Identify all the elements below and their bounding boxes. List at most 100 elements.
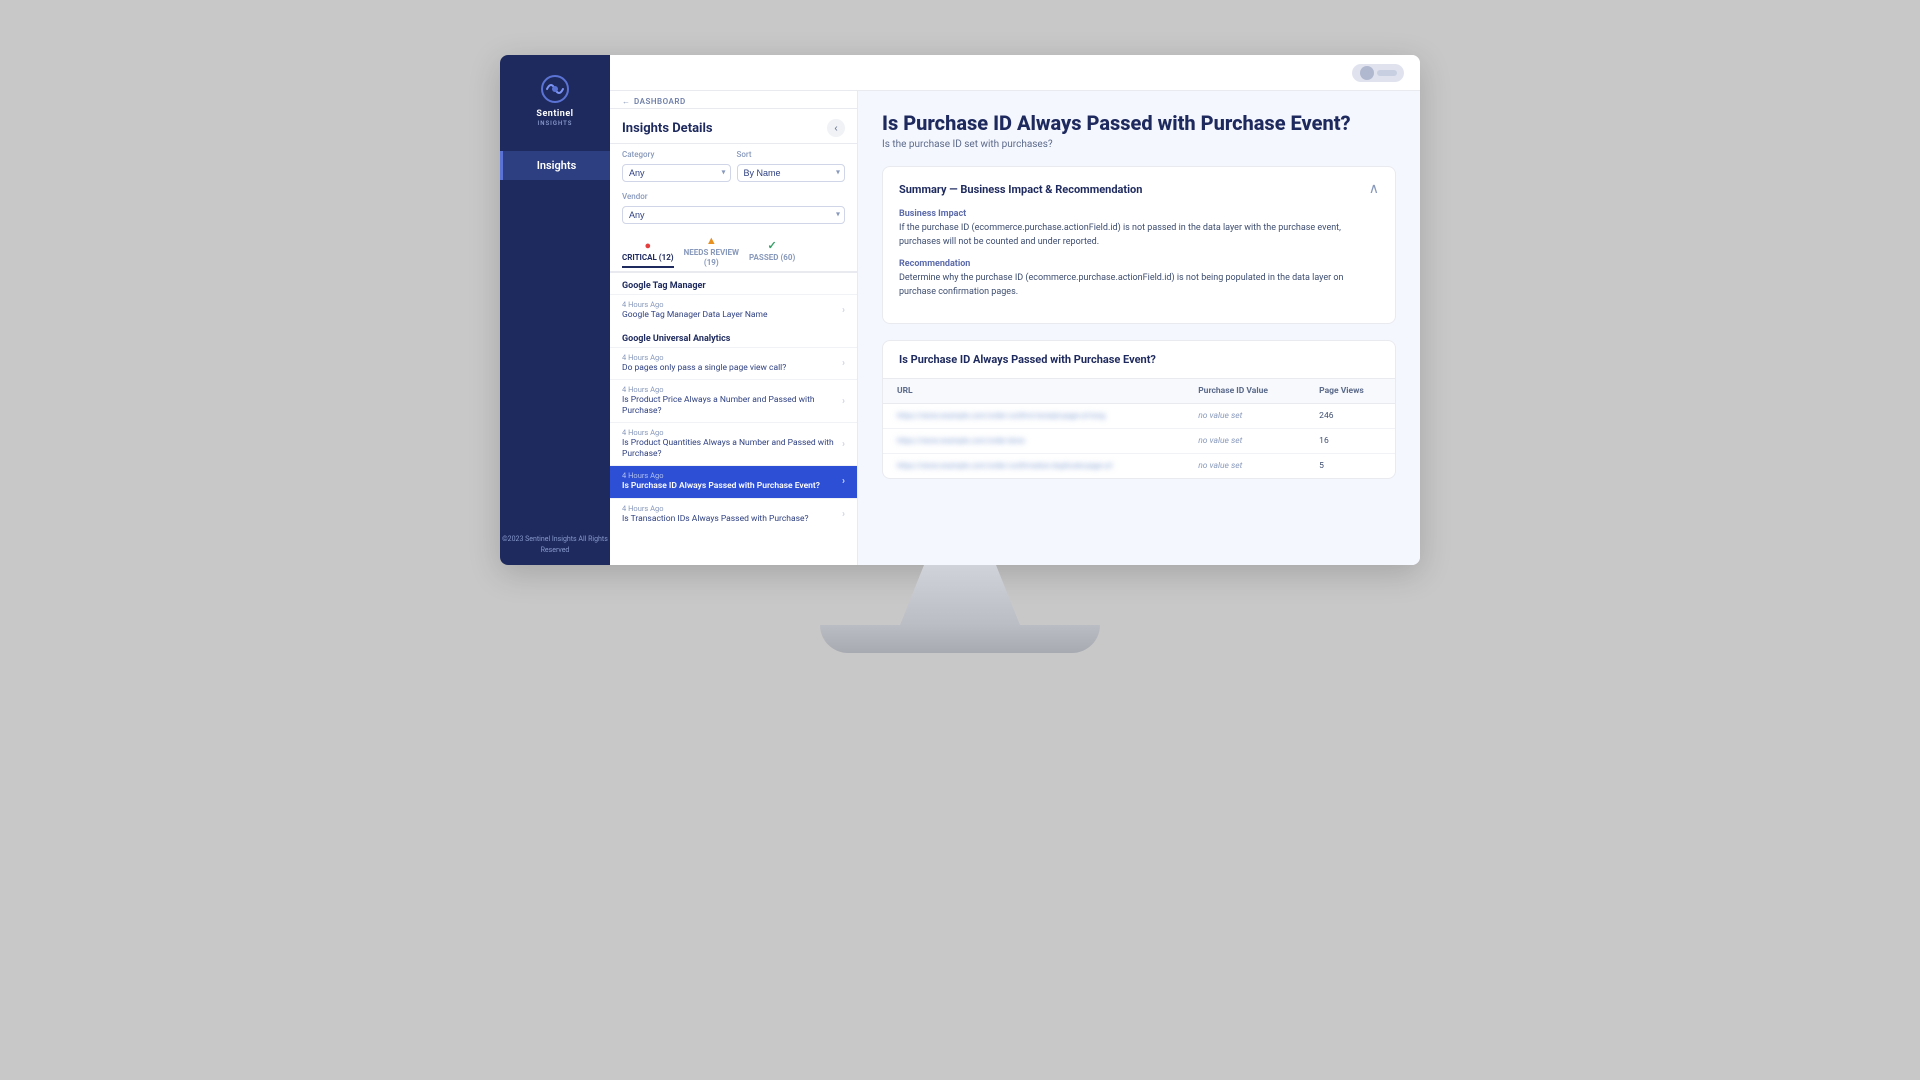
monitor-base (820, 625, 1100, 653)
tab-needs-review[interactable]: ▲ NEEDS REVIEW(19) (684, 234, 739, 273)
breadcrumb[interactable]: ← DASHBOARD (610, 91, 857, 109)
list-item-chevron-icon: › (842, 439, 845, 450)
list-item-title: Is Product Price Always a Number and Pas… (622, 395, 836, 417)
list-item-chevron-icon: › (842, 305, 845, 316)
list-item-time: 4 Hours Ago (622, 428, 836, 437)
list-item-chevron-active-icon: › (842, 476, 845, 487)
list-item[interactable]: 4 Hours Ago Is Transaction IDs Always Pa… (610, 498, 857, 530)
list-item-content: 4 Hours Ago Google Tag Manager Data Laye… (622, 300, 836, 321)
panel-collapse-button[interactable]: ‹ (827, 119, 845, 137)
category-filter-wrapper: Any Data Layer Tags Variables (622, 161, 731, 182)
table-cell-purchase-id: no value set (1184, 454, 1305, 479)
purchase-id-value: no value set (1198, 411, 1242, 421)
list-item[interactable]: 4 Hours Ago Is Product Quantities Always… (610, 422, 857, 465)
sort-filter-select[interactable]: By Name By Date By Severity (737, 164, 846, 182)
left-panel-header: Insights Details ‹ (610, 109, 857, 144)
vendor-filter-group: Vendor Any Google Adobe Facebook (622, 192, 845, 224)
business-impact-label: Business Impact (899, 209, 1379, 219)
tab-critical-label: CRITICAL (12) (622, 253, 674, 262)
recommendation-label: Recommendation (899, 259, 1379, 269)
list-item-time-active: 4 Hours Ago (622, 471, 836, 480)
summary-card: Summary — Business Impact & Recommendati… (882, 166, 1396, 324)
purchase-id-value: no value set (1198, 461, 1242, 471)
top-bar (610, 55, 1420, 91)
list-item-title-active: Is Purchase ID Always Passed with Purcha… (622, 481, 836, 492)
data-table: URL Purchase ID Value Page Views https:/… (883, 379, 1395, 478)
category-filter-group: Category Any Data Layer Tags Variables (622, 150, 731, 182)
sort-filter-label: Sort (737, 150, 846, 159)
list-item-title: Is Product Quantities Always a Number an… (622, 438, 836, 460)
list-item[interactable]: 4 Hours Ago Do pages only pass a single … (610, 347, 857, 379)
summary-card-header: Summary — Business Impact & Recommendati… (899, 181, 1379, 197)
url-value: https://store.example.com/order-confirm/… (897, 411, 1105, 420)
sidebar-footer: ©2023 Sentinel Insights All Rights Reser… (500, 534, 610, 565)
group-header-gua: Google Universal Analytics (610, 326, 857, 347)
list-item[interactable]: 4 Hours Ago Google Tag Manager Data Laye… (610, 294, 857, 326)
list-item-title: Do pages only pass a single page view ca… (622, 363, 836, 374)
panel-title: Insights Details (622, 121, 713, 136)
vendor-filter-wrapper: Any Google Adobe Facebook (622, 203, 845, 224)
table-row: https://store.example.com/order-done no … (883, 429, 1395, 454)
url-value: https://store.example.com/order-confirma… (897, 461, 1112, 470)
table-cell-page-views: 16 (1305, 429, 1395, 454)
group-header-gtm: Google Tag Manager (610, 273, 857, 294)
table-cell-url: https://store.example.com/order-done (883, 429, 1184, 454)
data-table-card: Is Purchase ID Always Passed with Purcha… (882, 340, 1396, 479)
detail-subtitle: Is the purchase ID set with purchases? (882, 139, 1396, 150)
list-item-time: 4 Hours Ago (622, 300, 836, 309)
table-row: https://store.example.com/order-confirma… (883, 454, 1395, 479)
table-cell-purchase-id: no value set (1184, 429, 1305, 454)
vendor-filter-label: Vendor (622, 192, 845, 201)
tab-needs-review-label: NEEDS REVIEW(19) (684, 248, 739, 267)
vendor-filter-select[interactable]: Any Google Adobe Facebook (622, 206, 845, 224)
warning-icon: ▲ (706, 234, 717, 247)
filter-row-1: Category Any Data Layer Tags Variables (610, 144, 857, 186)
sort-filter-wrapper: By Name By Date By Severity (737, 161, 846, 182)
list-item-time: 4 Hours Ago (622, 353, 836, 362)
list-section: Google Tag Manager 4 Hours Ago Google Ta… (610, 273, 857, 565)
col-header-url: URL (883, 379, 1184, 404)
main-area: ← DASHBOARD Insights Details ‹ Category (610, 55, 1420, 565)
list-item-content-active: 4 Hours Ago Is Purchase ID Always Passed… (622, 471, 836, 492)
business-impact-text: If the purchase ID (ecommerce.purchase.a… (899, 222, 1379, 249)
recommendation-section: Recommendation Determine why the purchas… (899, 259, 1379, 299)
table-cell-page-views: 246 (1305, 404, 1395, 429)
logo-tagline: INSIGHTS (538, 120, 573, 127)
table-row: https://store.example.com/order-confirm/… (883, 404, 1395, 429)
list-item-content: 4 Hours Ago Do pages only pass a single … (622, 353, 836, 374)
tabs-row: ● CRITICAL (12) ▲ NEEDS REVIEW(19) ✓ PAS… (610, 228, 857, 273)
col-header-purchase-id: Purchase ID Value (1184, 379, 1305, 404)
summary-card-title: Summary — Business Impact & Recommendati… (899, 183, 1142, 196)
sentinel-logo-icon (539, 73, 571, 105)
list-item-active[interactable]: 4 Hours Ago Is Purchase ID Always Passed… (610, 465, 857, 497)
table-cell-url: https://store.example.com/order-confirm/… (883, 404, 1184, 429)
user-avatar[interactable] (1352, 64, 1404, 82)
left-panel: ← DASHBOARD Insights Details ‹ Category (610, 91, 858, 565)
sidebar: Sentinel INSIGHTS Insights ©2023 Sentine… (500, 55, 610, 565)
business-impact-section: Business Impact If the purchase ID (ecom… (899, 209, 1379, 249)
category-filter-select[interactable]: Any Data Layer Tags Variables (622, 164, 731, 182)
data-table-card-title: Is Purchase ID Always Passed with Purcha… (883, 341, 1395, 379)
breadcrumb-label: DASHBOARD (634, 97, 686, 106)
detail-title: Is Purchase ID Always Passed with Purcha… (882, 111, 1396, 135)
monitor-neck (900, 565, 1020, 625)
purchase-id-value: no value set (1198, 436, 1242, 446)
tab-passed[interactable]: ✓ PASSED (60) (749, 239, 795, 268)
user-avatar-icon (1360, 66, 1374, 80)
sidebar-item-insights[interactable]: Insights (500, 151, 610, 180)
list-item-time: 4 Hours Ago (622, 504, 836, 513)
table-cell-url: https://store.example.com/order-confirma… (883, 454, 1184, 479)
passed-icon: ✓ (768, 239, 777, 252)
tab-critical[interactable]: ● CRITICAL (12) (622, 239, 674, 268)
list-item[interactable]: 4 Hours Ago Is Product Price Always a Nu… (610, 379, 857, 422)
right-panel: Is Purchase ID Always Passed with Purcha… (858, 91, 1420, 565)
table-cell-page-views: 5 (1305, 454, 1395, 479)
monitor-stand (500, 565, 1420, 653)
content-area: ← DASHBOARD Insights Details ‹ Category (610, 91, 1420, 565)
sort-filter-group: Sort By Name By Date By Severity (737, 150, 846, 182)
url-value: https://store.example.com/order-done (897, 436, 1025, 445)
logo-area: Sentinel INSIGHTS (536, 73, 573, 127)
list-item-chevron-icon: › (842, 358, 845, 369)
category-filter-label: Category (622, 150, 731, 159)
summary-card-toggle-icon[interactable]: ∧ (1369, 181, 1379, 197)
